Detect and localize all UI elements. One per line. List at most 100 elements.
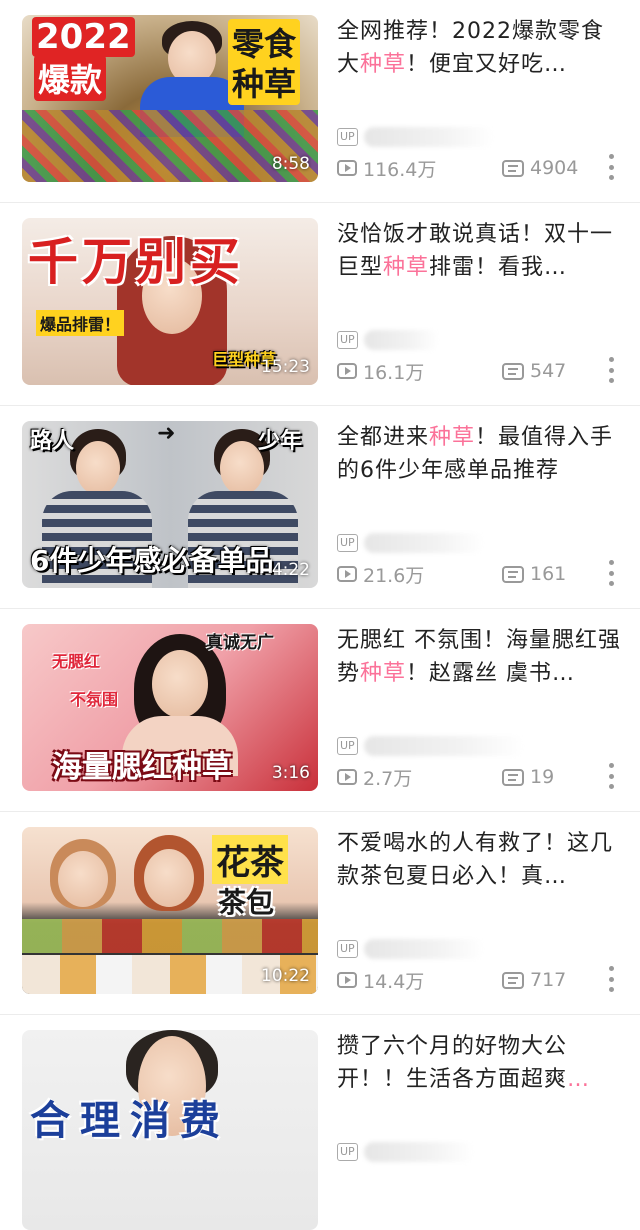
danmaku-count: 717 [530, 969, 567, 991]
more-options-icon[interactable] [608, 357, 614, 383]
person-face [144, 849, 194, 907]
danmaku-count: 19 [530, 766, 555, 788]
thumb-caption: 花茶 [212, 835, 288, 884]
video-thumbnail[interactable]: 合理消费 [22, 1030, 318, 1230]
view-count: 116.4万 [363, 158, 437, 181]
danmaku-count: 4904 [530, 157, 579, 179]
uploader-row[interactable]: UP [337, 1140, 474, 1164]
view-count: 14.4万 [363, 970, 425, 993]
uploader-row[interactable]: UP [337, 531, 484, 555]
uploader-name-blurred [363, 533, 484, 553]
video-stats: 21.6万 161 [337, 561, 566, 587]
uploader-name-blurred [363, 1142, 474, 1162]
video-duration: 3:16 [271, 763, 310, 783]
video-duration: 8:58 [271, 154, 310, 174]
video-title[interactable]: 不爱喝水的人有救了！这几款茶包夏日必入！真… [337, 827, 622, 893]
play-count-icon [337, 566, 357, 582]
danmaku-count: 547 [530, 360, 567, 382]
thumb-caption: 不氛围 [70, 690, 119, 709]
video-stats: 16.1万 547 [337, 358, 566, 384]
up-badge-icon: UP [337, 1143, 358, 1161]
thumb-caption: 种草 [228, 59, 301, 105]
video-duration: 4:22 [271, 560, 310, 580]
uploader-row[interactable]: UP [337, 328, 439, 352]
video-thumbnail[interactable]: 路人 ➜ 少年 6件少年感必备单品 4:22 [22, 421, 318, 588]
up-badge-icon: UP [337, 331, 358, 349]
title-ellipsis: … [567, 1067, 591, 1092]
uploader-name-blurred [363, 330, 439, 350]
uploader-name-blurred [363, 939, 484, 959]
title-text: ！赵露丝 虞书… [406, 661, 576, 686]
tea-cups-row [22, 919, 318, 953]
person-face [76, 441, 120, 495]
view-count: 21.6万 [363, 564, 425, 587]
video-thumbnail[interactable]: 真诚无广 无腮红 不氛围 海量腮红种草 3:16 [22, 624, 318, 791]
video-stats: 2.7万 19 [337, 764, 554, 790]
thumb-caption: 少年 [258, 429, 303, 454]
video-card[interactable]: 合理消费 攒了六个月的好物大公开！！生活各方面超爽… UP [0, 1015, 640, 1230]
danmaku-icon [502, 768, 524, 786]
view-count: 2.7万 [363, 767, 413, 790]
title-text: ！便宜又好吃… [406, 52, 568, 77]
uploader-row[interactable]: UP [337, 734, 524, 758]
thumb-caption: 6件少年感必备单品 [30, 544, 274, 577]
danmaku-icon [502, 159, 524, 177]
video-card[interactable]: 千万别买 爆品排雷！ 巨型种草 15:23 没恰饭才敢说真话！双十一巨型种草排雷… [0, 203, 640, 406]
more-options-icon[interactable] [608, 154, 614, 180]
title-text: 排雷！看我… [429, 255, 568, 280]
video-card[interactable]: 真诚无广 无腮红 不氛围 海量腮红种草 3:16 无腮红 不氛围！海量腮红强势种… [0, 609, 640, 812]
uploader-row[interactable]: UP [337, 125, 494, 149]
title-highlight: 种草 [360, 661, 407, 686]
up-badge-icon: UP [337, 940, 358, 958]
thumb-caption: 海量腮红种草 [52, 750, 232, 785]
more-options-icon[interactable] [608, 966, 614, 992]
thumb-caption: 爆款 [34, 55, 107, 101]
video-duration: 15:23 [261, 357, 310, 377]
title-highlight: 种草 [383, 255, 430, 280]
arrow-icon: ➜ [157, 421, 176, 446]
danmaku-count: 161 [530, 563, 567, 585]
person-face [58, 851, 108, 907]
thumb-caption: 路人 [30, 429, 75, 454]
thumb-caption: 爆品排雷！ [36, 310, 125, 336]
thumb-caption: 无腮红 [52, 652, 101, 671]
title-text: 不爱喝水的人有救了！这几款茶包夏日必入！真… [337, 831, 614, 889]
video-thumbnail[interactable]: 2022 爆款 零食 种草 8:58 [22, 15, 318, 182]
play-count-icon [337, 769, 357, 785]
danmaku-icon [502, 565, 524, 583]
video-card[interactable]: 路人 ➜ 少年 6件少年感必备单品 4:22 全都进来种草！最值得入手的6件少年… [0, 406, 640, 609]
up-badge-icon: UP [337, 534, 358, 552]
video-list: 2022 爆款 零食 种草 8:58 全网推荐！2022爆款零食大种草！便宜又好… [0, 0, 640, 1230]
video-stats: 116.4万 4904 [337, 155, 578, 181]
uploader-name-blurred [363, 127, 494, 147]
up-badge-icon: UP [337, 128, 358, 146]
video-title[interactable]: 全网推荐！2022爆款零食大种草！便宜又好吃… [337, 15, 622, 81]
video-card[interactable]: 2022 爆款 零食 种草 8:58 全网推荐！2022爆款零食大种草！便宜又好… [0, 0, 640, 203]
thumb-caption: 真诚无广 [206, 633, 274, 653]
video-thumbnail[interactable]: 花茶 茶包 10:22 [22, 827, 318, 994]
danmaku-icon [502, 362, 524, 380]
more-options-icon[interactable] [608, 560, 614, 586]
video-title[interactable]: 无腮红 不氛围！海量腮红强势种草！赵露丝 虞书… [337, 624, 622, 690]
uploader-name-blurred [363, 736, 524, 756]
video-stats: 14.4万 717 [337, 967, 566, 993]
title-highlight: 种草 [429, 425, 476, 450]
play-count-icon [337, 160, 357, 176]
thumb-caption: 千万别买 [28, 233, 244, 291]
thumb-caption: 茶包 [218, 886, 275, 919]
thumb-caption: 合理消费 [30, 1097, 230, 1144]
uploader-row[interactable]: UP [337, 937, 484, 961]
up-badge-icon: UP [337, 737, 358, 755]
video-duration: 10:22 [261, 966, 310, 986]
video-card[interactable]: 花茶 茶包 10:22 不爱喝水的人有救了！这几款茶包夏日必入！真… UP 14… [0, 812, 640, 1015]
more-options-icon[interactable] [608, 763, 614, 789]
video-title[interactable]: 攒了六个月的好物大公开！！生活各方面超爽… [337, 1030, 622, 1096]
person-face [152, 650, 208, 718]
title-text: 全都进来 [337, 425, 430, 450]
title-highlight: 种草 [360, 52, 407, 77]
video-title[interactable]: 全都进来种草！最值得入手的6件少年感单品推荐 [337, 421, 622, 487]
video-thumbnail[interactable]: 千万别买 爆品排雷！ 巨型种草 15:23 [22, 218, 318, 385]
play-count-icon [337, 363, 357, 379]
title-text: 攒了六个月的好物大公开！！生活各方面超爽 [337, 1034, 568, 1092]
video-title[interactable]: 没恰饭才敢说真话！双十一巨型种草排雷！看我… [337, 218, 622, 284]
